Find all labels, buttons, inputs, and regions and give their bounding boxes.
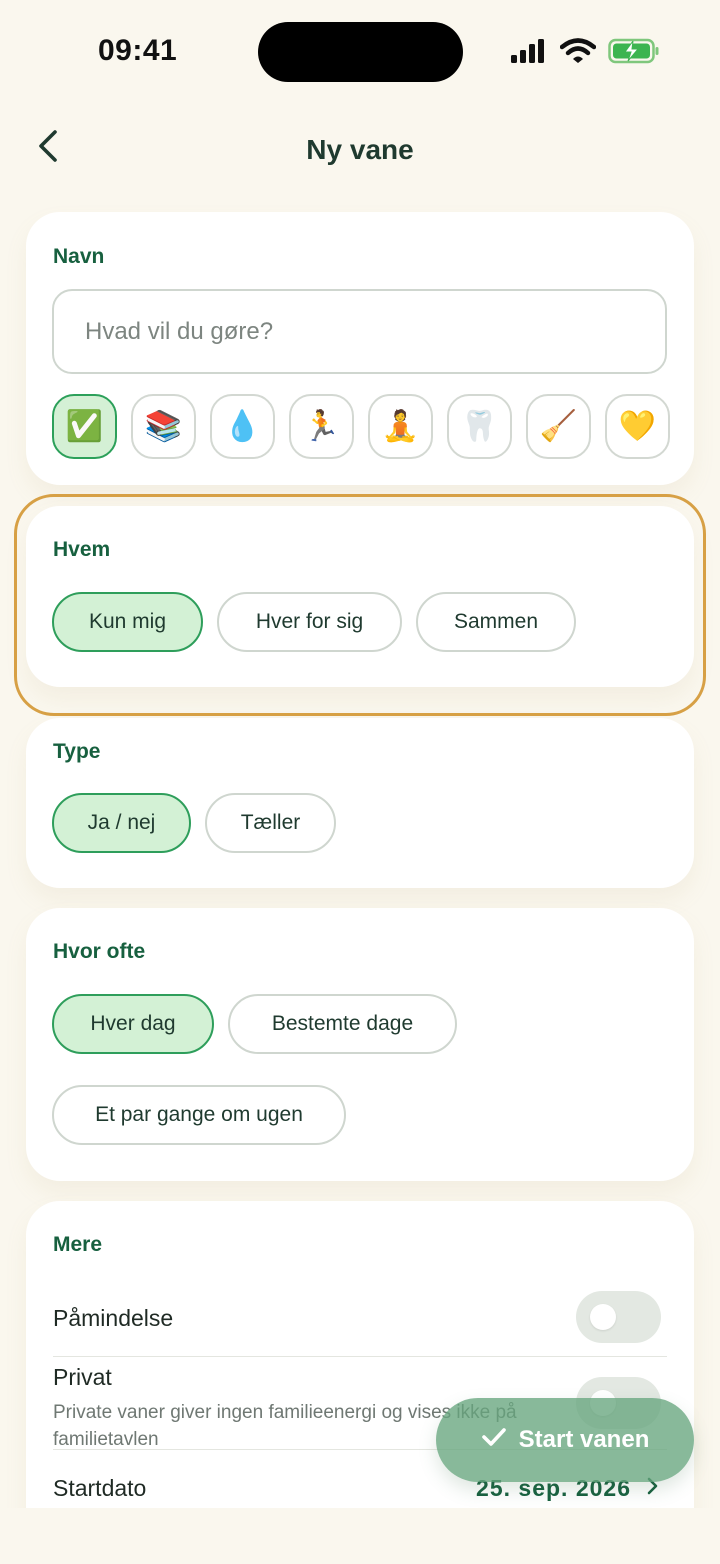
frequency-options-row-2: Et par gange om ugen (52, 1085, 346, 1145)
reminder-toggle-knob (590, 1304, 616, 1330)
emoji-option-books[interactable]: 📚 (131, 394, 196, 459)
page-title: Ny vane (306, 134, 414, 165)
frequency-card: Hvor ofte Hver dag Bestemte dage Et par … (26, 908, 694, 1181)
wifi-icon (559, 38, 597, 69)
start-habit-label: Start vanen (518, 1426, 650, 1453)
reminder-toggle[interactable] (576, 1291, 661, 1343)
emoji-option-tooth[interactable]: 🦷 (447, 394, 512, 459)
start-habit-button[interactable]: Start vanen (436, 1398, 694, 1482)
frequency-option-et-par-gange[interactable]: Et par gange om ugen (52, 1085, 346, 1145)
emoji-option-broom[interactable]: 🧹 (526, 394, 591, 459)
emoji-option-droplet[interactable]: 💧 (210, 394, 275, 459)
frequency-option-bestemte-dage[interactable]: Bestemte dage (228, 994, 457, 1054)
type-section-label: Type (53, 740, 101, 763)
emoji-option-yellow-heart[interactable]: 💛 (605, 394, 670, 459)
who-card: Hvem Kun mig Hver for sig Sammen (26, 506, 694, 687)
cellular-signal-icon (510, 38, 548, 69)
type-option-ja-nej[interactable]: Ja / nej (52, 793, 191, 853)
type-options: Ja / nej Tæller (52, 793, 336, 853)
checkmark-icon (481, 1426, 507, 1455)
status-time: 09:41 (98, 34, 178, 67)
reminder-label: Påmindelse (53, 1305, 174, 1331)
emoji-option-check[interactable]: ✅ (52, 394, 117, 459)
type-card: Type Ja / nej Tæller (26, 718, 694, 888)
name-section-label: Navn (53, 245, 105, 268)
who-options: Kun mig Hver for sig Sammen (52, 592, 576, 652)
status-bar: 09:41 (0, 0, 720, 100)
battery-charging-icon (608, 38, 660, 69)
who-option-hver-for-sig[interactable]: Hver for sig (217, 592, 402, 652)
divider (53, 1356, 667, 1357)
emoji-option-meditation[interactable]: 🧘 (368, 394, 433, 459)
who-option-kun-mig[interactable]: Kun mig (52, 592, 203, 652)
dynamic-island (258, 22, 463, 82)
frequency-option-hver-dag[interactable]: Hver dag (52, 994, 214, 1054)
name-card: Navn ✅ 📚 💧 🏃 🧘 🦷 🧹 💛 (26, 212, 694, 485)
emoji-picker: ✅ 📚 💧 🏃 🧘 🦷 🧹 💛 (52, 394, 670, 459)
frequency-options-row-1: Hver dag Bestemte dage (52, 994, 457, 1054)
emoji-option-runner[interactable]: 🏃 (289, 394, 354, 459)
frequency-section-label: Hvor ofte (53, 940, 146, 963)
more-card: Mere Påmindelse Privat Private vaner giv… (26, 1201, 694, 1541)
bottom-safe-area (0, 1508, 720, 1564)
private-label: Privat (53, 1364, 112, 1390)
reminder-row: Påmindelse (53, 1305, 667, 1345)
habit-name-input[interactable] (52, 289, 667, 374)
type-option-taeller[interactable]: Tæller (205, 793, 336, 853)
who-section-label: Hvem (53, 538, 111, 561)
more-section-label: Mere (53, 1233, 103, 1256)
status-icons (510, 38, 660, 69)
nav-bar: Ny vane (0, 110, 720, 190)
who-option-sammen[interactable]: Sammen (416, 592, 576, 652)
